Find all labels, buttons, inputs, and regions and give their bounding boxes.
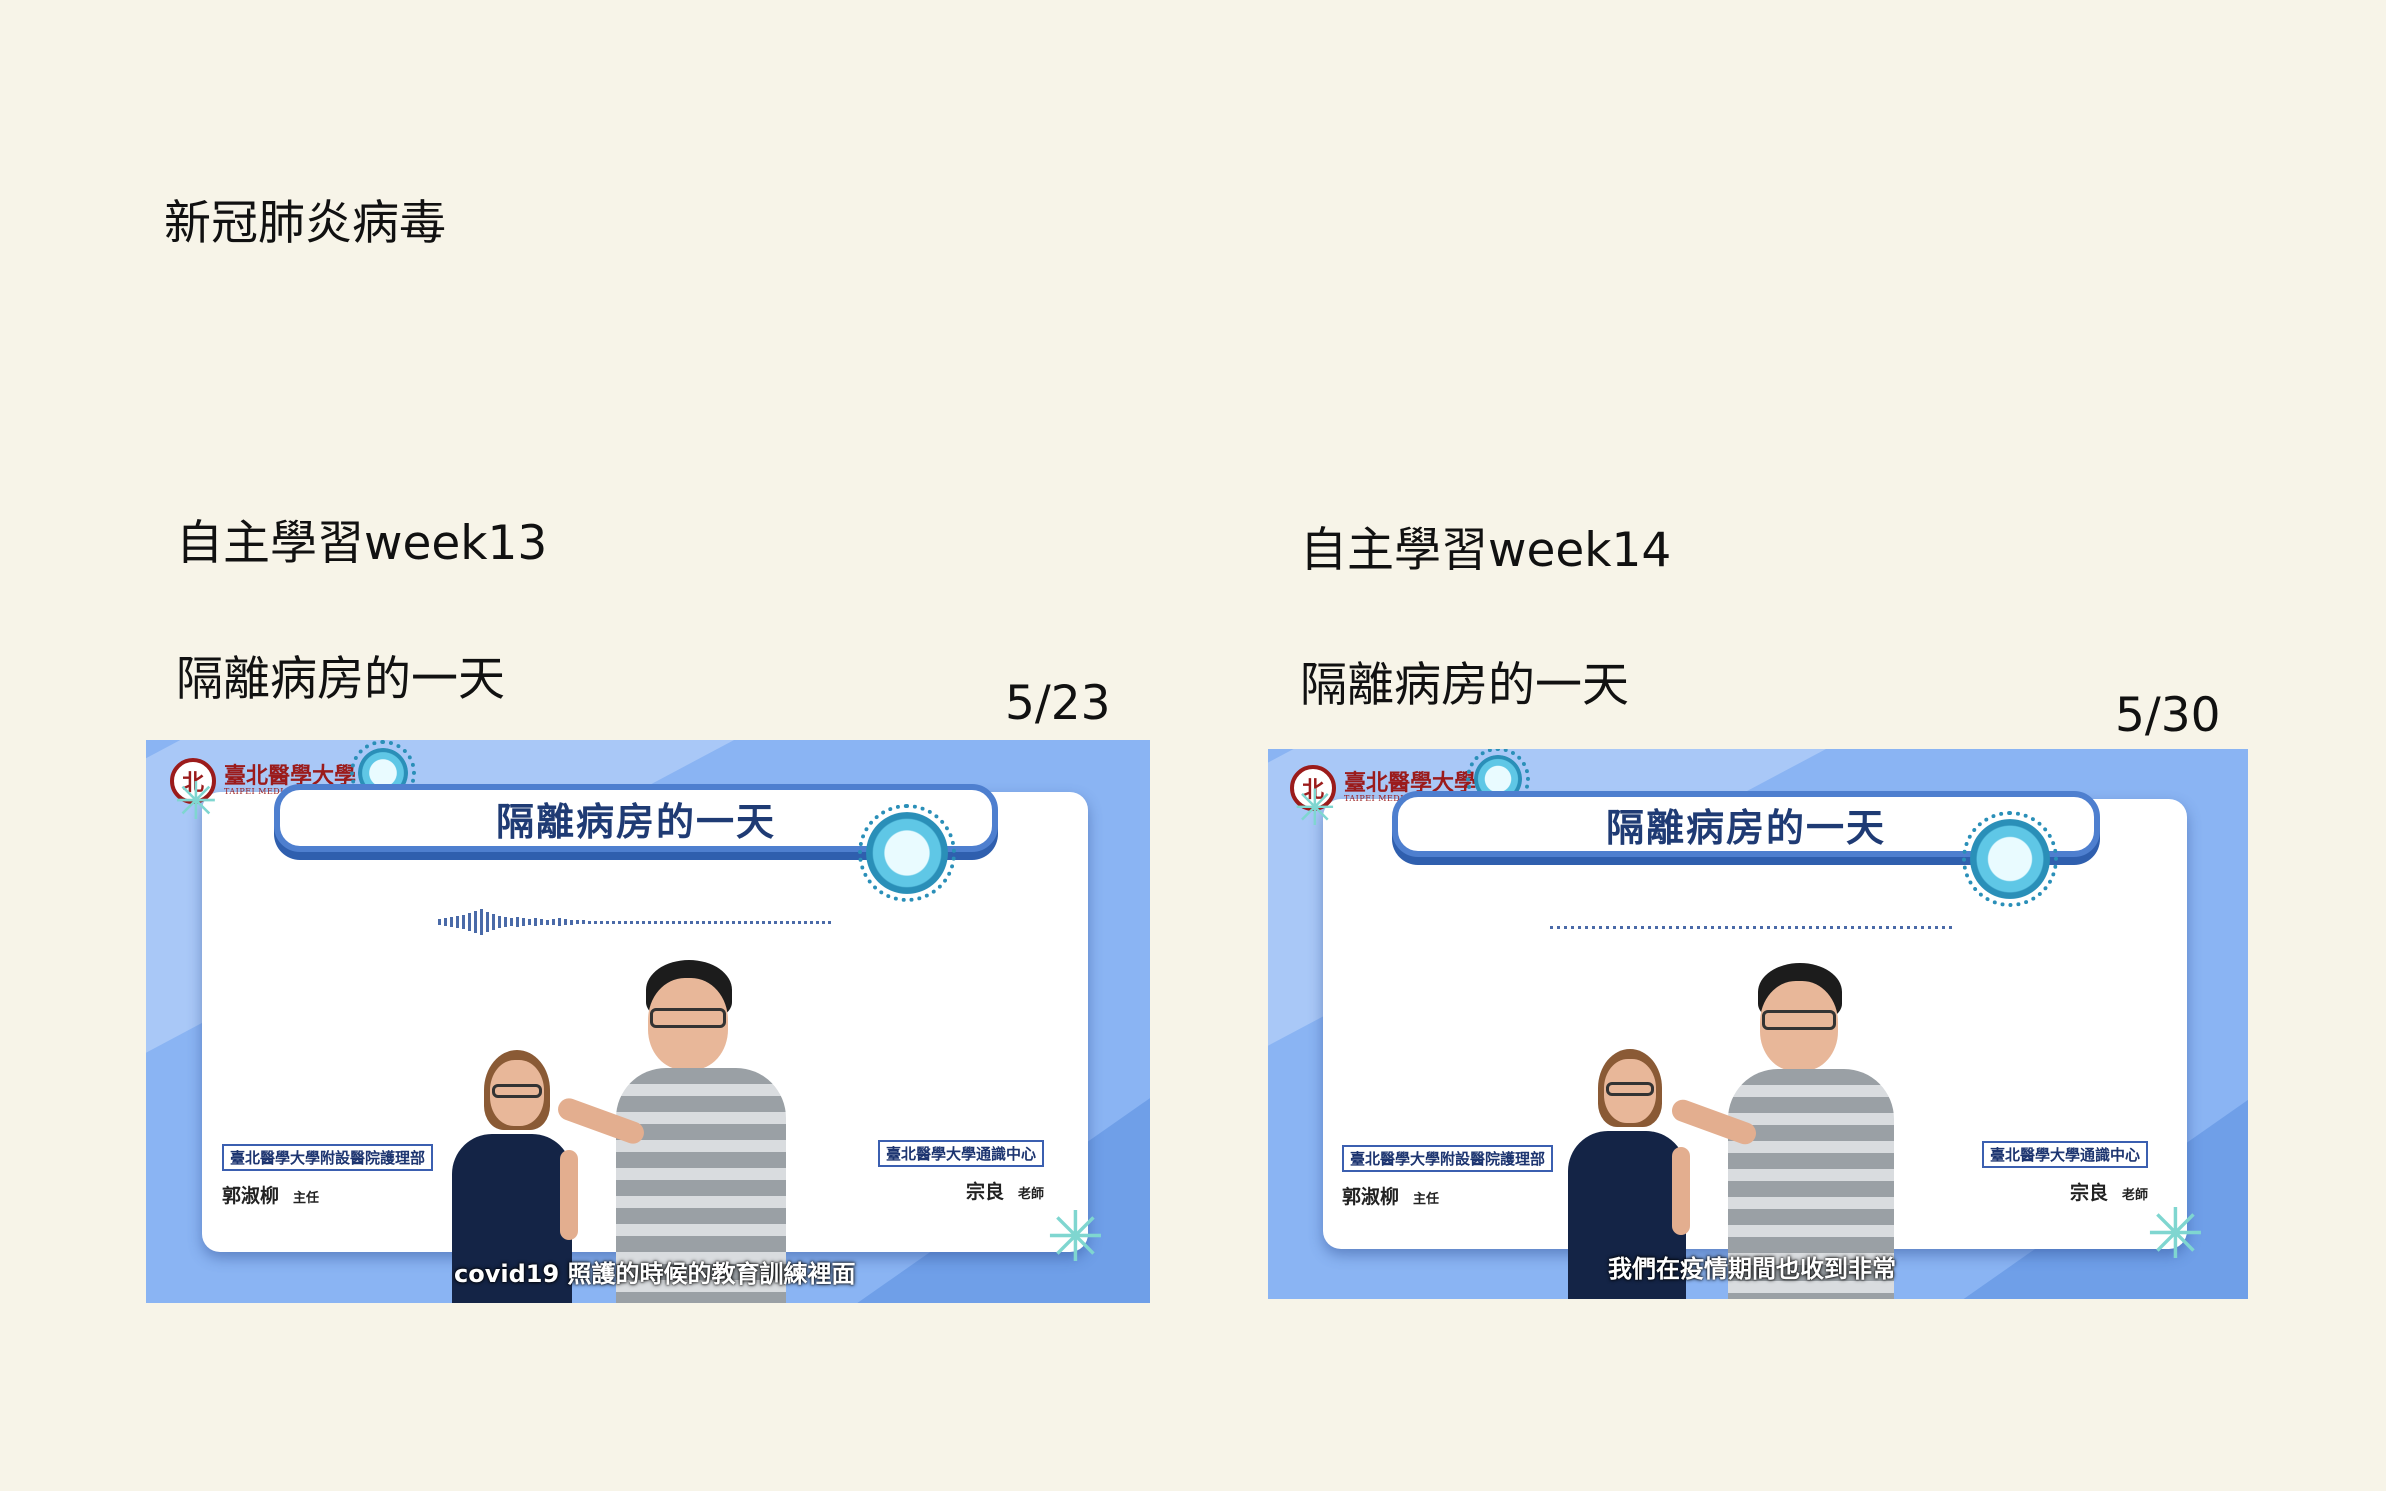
nameplate-right: 臺北醫學大學通識中心 宗良 老師 xyxy=(878,1140,1045,1204)
virus-star-icon: ✳ xyxy=(1046,1196,1105,1278)
nameplate-left-title: 主任 xyxy=(293,1191,320,1206)
nameplate-right-name: 宗良 xyxy=(2069,1182,2108,1204)
video-thumbnail-week14[interactable]: 北 臺北醫學大學 TAIPEI MEDICAL UNIVERSITY 隔離病房的… xyxy=(1268,749,2248,1299)
virus-star-icon: ✳ xyxy=(1294,779,1336,837)
nameplate-left-title: 主任 xyxy=(1413,1192,1440,1207)
virus-icon xyxy=(858,804,956,902)
section-date-week14: 5/30 xyxy=(2115,688,2221,743)
section-date-week13: 5/23 xyxy=(1005,676,1111,731)
section-topic-week14: 隔離病房的一天 xyxy=(1300,658,1629,713)
video-thumbnail-week13[interactable]: 北 臺北醫學大學 TAIPEI MEDICAL UNIVERSITY 隔離病房的… xyxy=(146,740,1150,1303)
page-title: 新冠肺炎病毒 xyxy=(164,196,446,251)
section-topic-week13: 隔離病房的一天 xyxy=(176,652,505,707)
audio-waveform xyxy=(438,908,831,936)
nameplate-left: 臺北醫學大學附設醫院護理部 郭淑柳 主任 xyxy=(1342,1145,1554,1209)
nameplate-right-title: 老師 xyxy=(2122,1188,2149,1203)
nameplate-left-org: 臺北醫學大學附設醫院護理部 xyxy=(222,1144,434,1171)
nameplate-right-title: 老師 xyxy=(1018,1187,1045,1202)
virus-icon xyxy=(1962,811,2058,907)
video-subtitle: covid19 照護的時候的教育訓練裡面 xyxy=(454,1260,856,1288)
nameplate-right-org: 臺北醫學大學通識中心 xyxy=(1982,1141,2149,1168)
section-heading-week13: 自主學習week13 xyxy=(176,516,548,571)
nameplate-left-name: 郭淑柳 xyxy=(222,1185,280,1207)
nameplate-left-org: 臺北醫學大學附設醫院護理部 xyxy=(1342,1145,1554,1172)
virus-star-icon: ✳ xyxy=(2146,1193,2205,1275)
nameplate-right-org: 臺北醫學大學通識中心 xyxy=(878,1140,1045,1167)
virus-star-icon: ✳ xyxy=(174,772,218,832)
presenter-man xyxy=(554,960,826,1303)
nameplate-right: 臺北醫學大學通識中心 宗良 老師 xyxy=(1982,1141,2149,1205)
nameplate-right-name: 宗良 xyxy=(965,1181,1004,1203)
audio-waveform xyxy=(1550,913,1952,941)
nameplate-left-name: 郭淑柳 xyxy=(1342,1186,1400,1208)
video-subtitle: 我們在疫情期間也收到非常 xyxy=(1608,1255,1896,1283)
nameplate-left: 臺北醫學大學附設醫院護理部 郭淑柳 主任 xyxy=(222,1144,434,1208)
section-heading-week14: 自主學習week14 xyxy=(1300,523,1672,578)
